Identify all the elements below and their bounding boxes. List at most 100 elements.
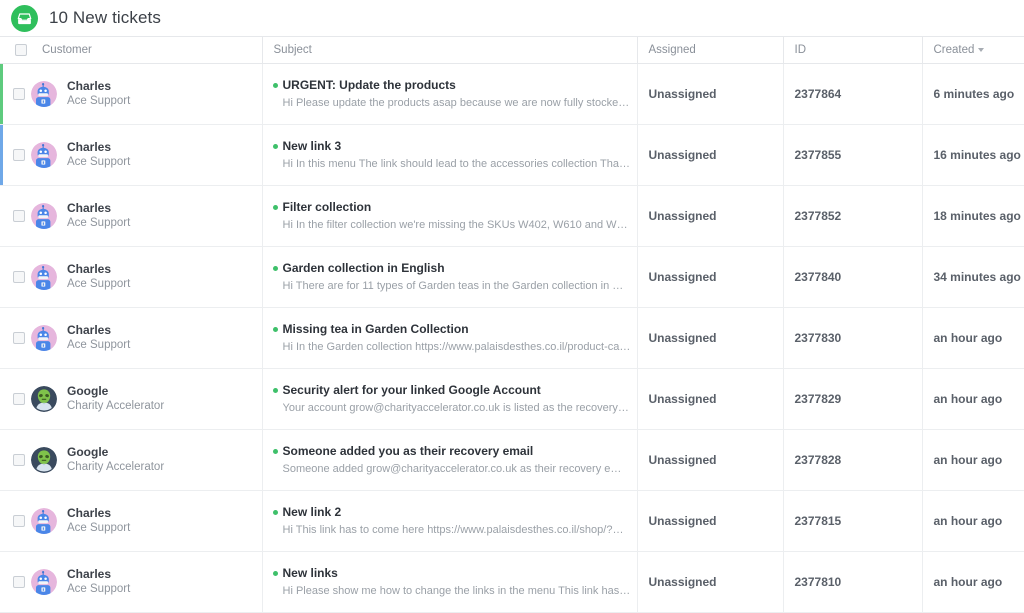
- row-checkbox[interactable]: [13, 210, 25, 222]
- avatar: [31, 325, 57, 351]
- customer-cell: CharlesAce Support: [31, 551, 262, 612]
- row-checkbox[interactable]: [13, 332, 25, 344]
- column-header-customer[interactable]: Customer: [31, 37, 262, 63]
- subject-title: Filter collection: [283, 199, 372, 215]
- subject-cell[interactable]: New link 2 Hi This link has to come here …: [262, 490, 637, 551]
- row-select-cell[interactable]: [6, 368, 31, 429]
- row-select-cell[interactable]: [6, 63, 31, 124]
- assigned-cell[interactable]: Unassigned: [637, 429, 783, 490]
- subject-cell[interactable]: Someone added you as their recovery emai…: [262, 429, 637, 490]
- table-row[interactable]: GoogleCharity AcceleratorSomeone added y…: [0, 429, 1024, 490]
- assigned-cell[interactable]: Unassigned: [637, 490, 783, 551]
- tickets-table: Customer Subject Assigned ID Created Cha…: [0, 37, 1024, 613]
- assigned-cell[interactable]: Unassigned: [637, 307, 783, 368]
- subject-title: New link 3: [283, 138, 342, 154]
- table-row[interactable]: CharlesAce Support New link 3 Hi In this m…: [0, 124, 1024, 185]
- row-checkbox[interactable]: [13, 454, 25, 466]
- row-checkbox[interactable]: [13, 271, 25, 283]
- row-status-marker: [0, 247, 3, 307]
- customer-organization: Ace Support: [67, 94, 130, 109]
- ticket-id-cell: 2377830: [783, 307, 922, 368]
- row-status-marker: [0, 491, 3, 551]
- customer-organization: Ace Support: [67, 338, 130, 353]
- select-all-checkbox[interactable]: [15, 44, 27, 56]
- ticket-id-cell: 2377828: [783, 429, 922, 490]
- column-header-assigned[interactable]: Assigned: [637, 37, 783, 63]
- subject-cell[interactable]: Garden collection in EnglishHi There are…: [262, 246, 637, 307]
- page-header: 10 New tickets: [0, 0, 1024, 37]
- subject-title: New links: [283, 565, 338, 581]
- customer-name: Charles: [67, 79, 130, 94]
- subject-cell[interactable]: Security alert for your linked Google Ac…: [262, 368, 637, 429]
- assigned-cell[interactable]: Unassigned: [637, 124, 783, 185]
- row-select-cell[interactable]: [6, 246, 31, 307]
- subject-cell[interactable]: Filter collection Hi In the filter collec…: [262, 185, 637, 246]
- table-row[interactable]: CharlesAce Support URGENT: Update the pro…: [0, 63, 1024, 124]
- status-dot-icon: [273, 327, 278, 332]
- row-select-cell[interactable]: [6, 307, 31, 368]
- row-select-cell[interactable]: [6, 551, 31, 612]
- created-cell: 6 minutes ago: [922, 63, 1024, 124]
- subject-cell[interactable]: New link 3 Hi In this menu The link shoul…: [262, 124, 637, 185]
- table-header: Customer Subject Assigned ID Created: [0, 37, 1024, 63]
- row-status-marker: [0, 369, 3, 429]
- table-row[interactable]: CharlesAce SupportMissing tea in Garden …: [0, 307, 1024, 368]
- table-header-row: Customer Subject Assigned ID Created: [0, 37, 1024, 63]
- row-select-cell[interactable]: [6, 185, 31, 246]
- assigned-cell[interactable]: Unassigned: [637, 368, 783, 429]
- subject-preview: Hi This link has to come here https://ww…: [283, 523, 631, 537]
- row-select-cell[interactable]: [6, 429, 31, 490]
- row-checkbox[interactable]: [13, 88, 25, 100]
- customer-name: Charles: [67, 201, 130, 216]
- customer-cell: CharlesAce Support: [31, 246, 262, 307]
- customer-cell: CharlesAce Support: [31, 307, 262, 368]
- subject-preview: Hi In the Garden collection https://www.…: [283, 340, 631, 354]
- customer-organization: Ace Support: [67, 155, 130, 170]
- status-dot-icon: [273, 205, 278, 210]
- row-checkbox[interactable]: [13, 393, 25, 405]
- chevron-down-icon: [978, 48, 984, 52]
- customer-cell: CharlesAce Support: [31, 124, 262, 185]
- table-row[interactable]: CharlesAce SupportNew linksHi Please sho…: [0, 551, 1024, 612]
- subject-preview: Hi In the filter collection we're missin…: [283, 218, 631, 232]
- row-checkbox[interactable]: [13, 576, 25, 588]
- created-cell: an hour ago: [922, 307, 1024, 368]
- created-cell: an hour ago: [922, 368, 1024, 429]
- assigned-cell[interactable]: Unassigned: [637, 551, 783, 612]
- subject-cell[interactable]: Missing tea in Garden CollectionHi In th…: [262, 307, 637, 368]
- assigned-cell[interactable]: Unassigned: [637, 63, 783, 124]
- table-row[interactable]: GoogleCharity AcceleratorSecurity alert …: [0, 368, 1024, 429]
- row-checkbox[interactable]: [13, 149, 25, 161]
- subject-cell[interactable]: New linksHi Please show me how to change…: [262, 551, 637, 612]
- ticket-id-cell: 2377810: [783, 551, 922, 612]
- ticket-id-cell: 2377855: [783, 124, 922, 185]
- table-row[interactable]: CharlesAce SupportFilter collectionHi In…: [0, 185, 1024, 246]
- column-header-created[interactable]: Created: [922, 37, 1024, 63]
- select-all-header[interactable]: [6, 37, 31, 63]
- status-dot-icon: [273, 510, 278, 515]
- assigned-cell[interactable]: Unassigned: [637, 246, 783, 307]
- row-status-marker: [0, 308, 3, 368]
- status-dot-icon: [273, 83, 278, 88]
- assigned-cell[interactable]: Unassigned: [637, 185, 783, 246]
- subject-preview: Hi In this menu The link should lead to …: [283, 157, 631, 171]
- customer-name: Charles: [67, 262, 130, 277]
- row-status-marker: [0, 430, 3, 490]
- ticket-id-cell: 2377829: [783, 368, 922, 429]
- ticket-id-cell: 2377840: [783, 246, 922, 307]
- column-header-id[interactable]: ID: [783, 37, 922, 63]
- subject-title: URGENT: Update the products: [283, 77, 456, 93]
- subject-title: New link 2: [283, 504, 342, 520]
- customer-name: Charles: [67, 140, 130, 155]
- subject-cell[interactable]: URGENT: Update the productsHi Please upd…: [262, 63, 637, 124]
- ticket-id-cell: 2377864: [783, 63, 922, 124]
- row-select-cell[interactable]: [6, 490, 31, 551]
- row-checkbox[interactable]: [13, 515, 25, 527]
- created-cell: an hour ago: [922, 429, 1024, 490]
- customer-name: Charles: [67, 567, 130, 582]
- customer-name: Google: [67, 445, 164, 460]
- table-row[interactable]: CharlesAce SupportGarden collection in E…: [0, 246, 1024, 307]
- table-row[interactable]: CharlesAce SupportNew link 2Hi This link…: [0, 490, 1024, 551]
- column-header-subject[interactable]: Subject: [262, 37, 637, 63]
- row-select-cell[interactable]: [6, 124, 31, 185]
